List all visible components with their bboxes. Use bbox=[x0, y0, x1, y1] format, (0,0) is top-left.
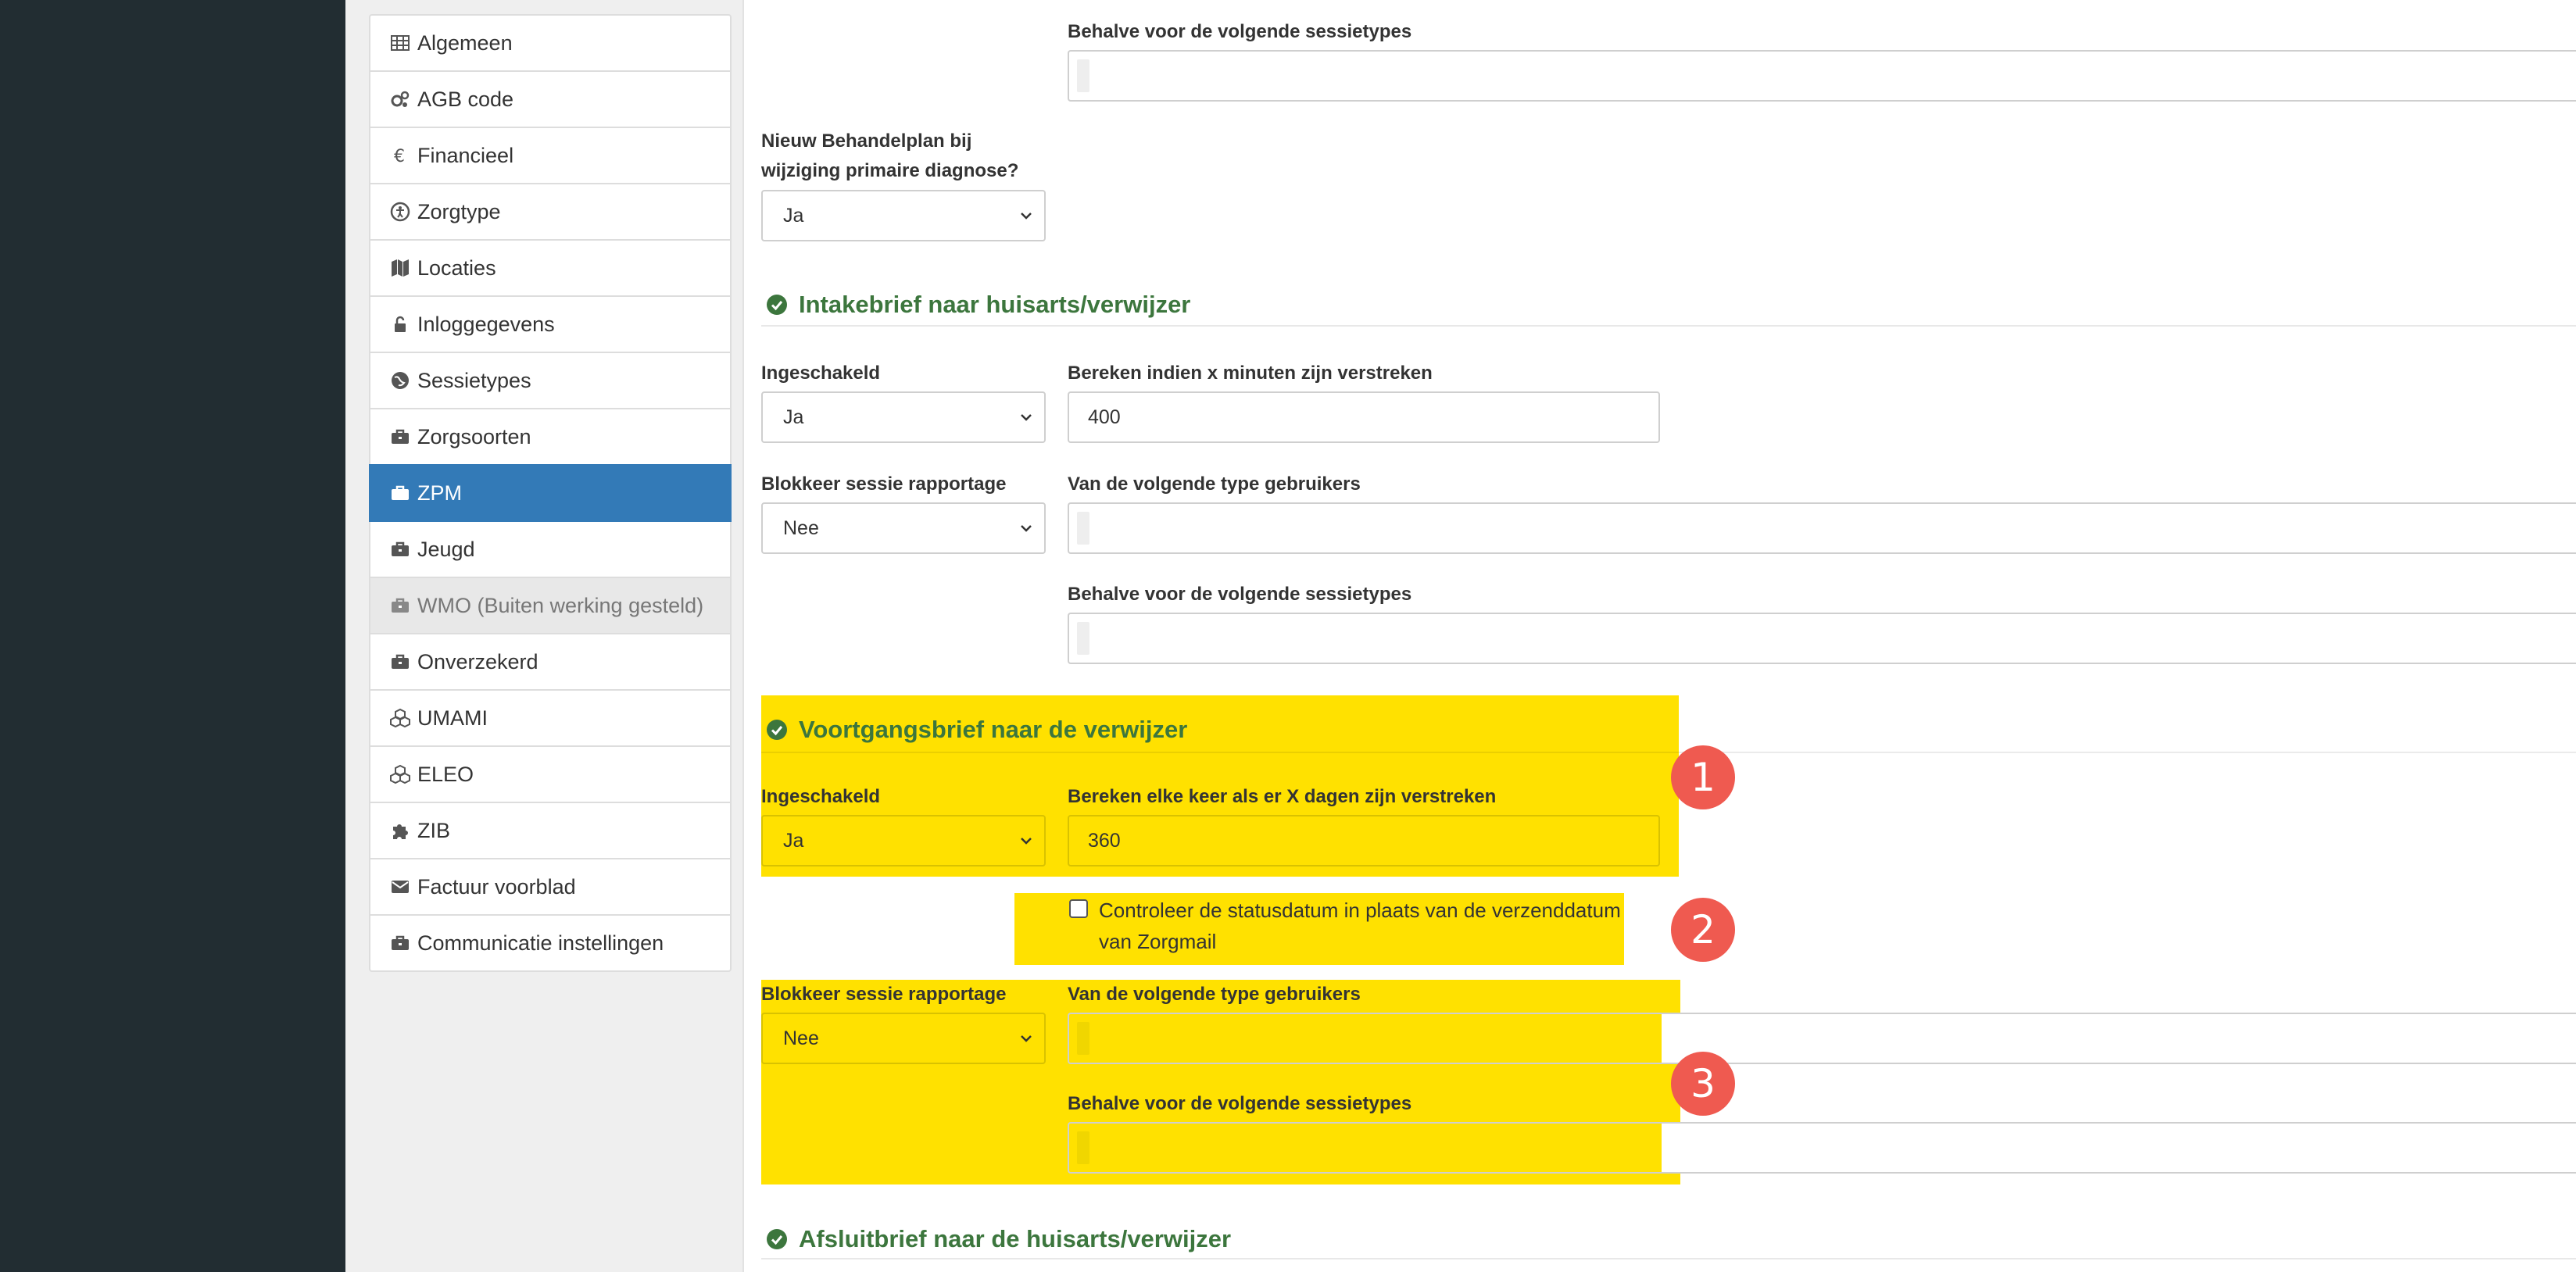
briefcase-icon bbox=[389, 482, 411, 504]
statusdate-checkbox[interactable] bbox=[1069, 899, 1088, 918]
chevron-down-icon bbox=[1021, 838, 1032, 845]
briefcase-icon bbox=[389, 426, 411, 448]
progress-except-label: Behalve voor de volgende sessietypes bbox=[1068, 1093, 1412, 1114]
nav-item-eleo[interactable]: ELEO bbox=[369, 745, 732, 803]
except-session-types-label: Behalve voor de volgende sessietypes bbox=[1068, 21, 1412, 42]
nav-item-zpm[interactable]: ZPM bbox=[369, 464, 732, 522]
nav-item-label: Zorgtype bbox=[417, 199, 501, 223]
nav-item-algemeen[interactable]: Algemeen bbox=[369, 14, 732, 72]
new-plan-label: Nieuw Behandelplan bij wijziging primair… bbox=[761, 130, 1019, 181]
nav-item-label: ZPM bbox=[417, 481, 462, 505]
intake-enabled-select[interactable]: Ja bbox=[761, 391, 1046, 443]
nav-item-factuur-voorblad[interactable]: Factuur voorblad bbox=[369, 858, 732, 916]
euro-icon: € bbox=[389, 145, 411, 166]
puzzle-icon bbox=[389, 820, 411, 841]
nav-item-agb-code[interactable]: AGB code bbox=[369, 70, 732, 128]
statusdate-checkbox-label: Controleer de statusdatum in plaats van … bbox=[1099, 899, 1621, 953]
unlock-icon bbox=[389, 313, 411, 335]
nav-item-label: Locaties bbox=[417, 255, 496, 280]
progress-days-input[interactable]: 360 bbox=[1068, 815, 1660, 866]
nav-item-zorgtype[interactable]: Zorgtype bbox=[369, 183, 732, 241]
map-icon bbox=[389, 257, 411, 279]
annotation-badge-1: 1 bbox=[1671, 745, 1735, 809]
globe-icon bbox=[389, 370, 411, 391]
briefcase-icon bbox=[389, 538, 411, 560]
nav-item-label: Onverzekerd bbox=[417, 649, 538, 674]
nav-item-label: Inloggegevens bbox=[417, 312, 555, 336]
gears-icon bbox=[389, 88, 411, 110]
check-circle-icon bbox=[767, 1229, 787, 1249]
check-circle-icon bbox=[767, 295, 787, 315]
nav-item-zib[interactable]: ZIB bbox=[369, 802, 732, 859]
briefcase-icon bbox=[389, 651, 411, 673]
statusdate-checkbox-row[interactable]: Controleer de statusdatum in plaats van … bbox=[1069, 895, 1621, 957]
intake-block-select[interactable]: Nee bbox=[761, 502, 1046, 554]
annotation-badge-3: 3 bbox=[1671, 1052, 1735, 1116]
intake-enabled-label: Ingeschakeld bbox=[761, 363, 881, 384]
accessibility-icon bbox=[389, 201, 411, 223]
nav-item-onverzekerd[interactable]: Onverzekerd bbox=[369, 633, 732, 691]
intake-user-types-label: Van de volgende type gebruikers bbox=[1068, 473, 1361, 495]
progress-block-label: Blokkeer sessie rapportage bbox=[761, 984, 1007, 1005]
progress-section-title: Voortgangsbrief naar de verwijzer bbox=[766, 716, 1187, 744]
cubes-icon bbox=[389, 763, 411, 785]
chevron-down-icon bbox=[1021, 213, 1032, 220]
except-session-types-field[interactable] bbox=[1068, 50, 2576, 102]
divider bbox=[761, 325, 2576, 327]
table-icon bbox=[389, 32, 411, 54]
new-plan-select[interactable]: Ja bbox=[761, 190, 1046, 241]
nav-item-zorgsoorten[interactable]: Zorgsoorten bbox=[369, 408, 732, 466]
intake-except-label: Behalve voor de volgende sessietypes bbox=[1068, 584, 1412, 605]
nav-item-locaties[interactable]: Locaties bbox=[369, 239, 732, 297]
nav-item-inloggegevens[interactable]: Inloggegevens bbox=[369, 295, 732, 353]
nav-item-label: AGB code bbox=[417, 87, 514, 111]
chevron-down-icon bbox=[1021, 414, 1032, 421]
nav-item-label: Financieel bbox=[417, 143, 514, 167]
chevron-down-icon bbox=[1021, 1035, 1032, 1042]
nav-item-label: Factuur voorblad bbox=[417, 874, 576, 899]
check-circle-icon bbox=[767, 720, 787, 740]
nav-item-label: UMAMI bbox=[417, 706, 488, 730]
nav-item-label: Zorgsoorten bbox=[417, 424, 531, 448]
nav-item-jeugd[interactable]: Jeugd bbox=[369, 520, 732, 578]
nav-item-wmo-buiten-werking-gesteld[interactable]: WMO (Buiten werking gesteld) bbox=[369, 577, 732, 634]
progress-user-types-label: Van de volgende type gebruikers bbox=[1068, 984, 1361, 1005]
progress-user-types-field[interactable] bbox=[1068, 1013, 2576, 1064]
briefcase-icon bbox=[389, 932, 411, 954]
nav-item-label: Jeugd bbox=[417, 537, 475, 561]
settings-content: Behalve voor de volgende sessietypes Nie… bbox=[744, 0, 2576, 1272]
nav-item-sessietypes[interactable]: Sessietypes bbox=[369, 352, 732, 409]
svg-text:€: € bbox=[394, 147, 405, 166]
nav-item-umami[interactable]: UMAMI bbox=[369, 689, 732, 747]
briefcase-icon bbox=[389, 595, 411, 616]
progress-enabled-label: Ingeschakeld bbox=[761, 786, 881, 807]
nav-item-label: Sessietypes bbox=[417, 368, 531, 392]
intake-section-title: Intakebrief naar huisarts/verwijzer bbox=[766, 291, 1190, 319]
nav-item-label: Communicatie instellingen bbox=[417, 931, 664, 955]
divider bbox=[761, 1258, 2576, 1259]
intake-minutes-label: Bereken indien x minuten zijn verstreken bbox=[1068, 363, 1433, 384]
intake-except-field[interactable] bbox=[1068, 613, 2576, 664]
nav-item-communicatie-instellingen[interactable]: Communicatie instellingen bbox=[369, 914, 732, 972]
intake-user-types-field[interactable] bbox=[1068, 502, 2576, 554]
nav-item-label: ZIB bbox=[417, 818, 451, 842]
cubes-icon bbox=[389, 707, 411, 729]
intake-block-label: Blokkeer sessie rapportage bbox=[761, 473, 1007, 495]
progress-except-field[interactable] bbox=[1068, 1122, 2576, 1174]
nav-item-label: ELEO bbox=[417, 762, 474, 786]
envelope-icon bbox=[389, 876, 411, 898]
intake-minutes-input[interactable]: 400 bbox=[1068, 391, 1660, 443]
settings-nav-list: Algemeen AGB code € Financieel Zorgtype Locat… bbox=[369, 14, 732, 972]
progress-enabled-select[interactable]: Ja bbox=[761, 815, 1046, 866]
nav-item-financieel[interactable]: € Financieel bbox=[369, 127, 732, 184]
chevron-down-icon bbox=[1021, 525, 1032, 532]
closing-section-title: Afsluitbrief naar de huisarts/verwijzer bbox=[766, 1225, 1231, 1253]
app-sidebar-dark bbox=[0, 0, 345, 1272]
nav-item-label: WMO (Buiten werking gesteld) bbox=[417, 593, 704, 617]
nav-item-label: Algemeen bbox=[417, 30, 513, 55]
progress-block-select[interactable]: Nee bbox=[761, 1013, 1046, 1064]
divider bbox=[761, 752, 2576, 753]
progress-days-label: Bereken elke keer als er X dagen zijn ve… bbox=[1068, 786, 1497, 807]
annotation-badge-2: 2 bbox=[1671, 898, 1735, 962]
